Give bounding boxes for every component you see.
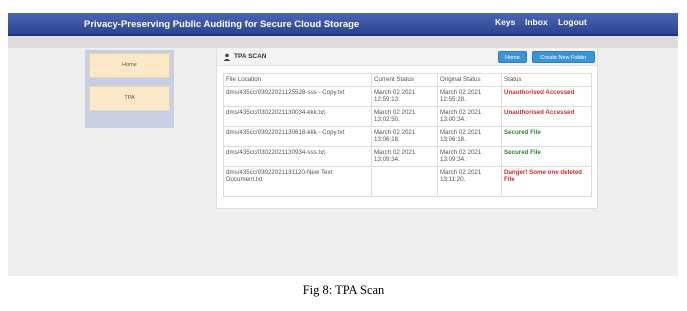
- table-row: dms/435cc/03022021130034-kkk.txt March 0…: [223, 105, 592, 127]
- create-new-folder-button[interactable]: Create New Folder: [532, 51, 595, 63]
- column-header-original-status: Original Status: [437, 73, 502, 87]
- original-status-cell: March 02 2021 13:09:34.: [437, 145, 502, 167]
- file-location-cell: dms/435cc/03022021131120-New Text Docume…: [223, 165, 372, 197]
- status-cell: Danger! Some one deleted File: [501, 165, 592, 197]
- home-button[interactable]: Home: [498, 51, 527, 63]
- original-status-cell: March 02 2021 13:11:20.: [437, 165, 502, 197]
- current-status-cell: March 02 2021 13:06:18.: [371, 125, 438, 147]
- status-cell: Secured File: [501, 145, 592, 167]
- tpa-scan-panel: TPA SCAN Home Create New Folder File Loc…: [216, 47, 598, 209]
- status-cell: Unauthorised Accessed: [501, 85, 592, 107]
- status-cell: Unauthorised Accessed: [501, 105, 592, 127]
- table-row: dms/435cc/03022021125528-sss - Copy.txt …: [223, 85, 592, 107]
- table-row: dms/435cc/03022021131120-New Text Docume…: [223, 165, 592, 197]
- sidebar: Home TPA: [85, 50, 174, 128]
- nav-logout-link[interactable]: Logout: [558, 17, 587, 27]
- sidebar-item-tpa[interactable]: TPA: [89, 86, 170, 111]
- app-title: Privacy-Preserving Public Auditing for S…: [84, 19, 360, 30]
- file-location-cell: dms/435cc/03022021125528-sss - Copy.txt: [223, 85, 372, 107]
- table-row: dms/435cc/03022021130934-sss.txt March 0…: [223, 145, 592, 167]
- column-header-current-status: Current Status: [371, 73, 438, 87]
- top-navbar: Privacy-Preserving Public Auditing for S…: [8, 13, 678, 36]
- current-status-cell: March 02 2021 13:02:50.: [371, 105, 438, 127]
- sidebar-item-home[interactable]: Home: [89, 53, 170, 78]
- status-cell: Secured File: [501, 125, 592, 147]
- app-screen: Privacy-Preserving Public Auditing for S…: [8, 13, 678, 276]
- original-status-cell: March 02 2021 13:00:34.: [437, 105, 502, 127]
- current-status-cell: March 02 2021 12:59:13.: [371, 85, 438, 107]
- file-location-cell: dms/435cc/03022021130618-kkk - Copy.txt: [223, 125, 372, 147]
- figure-caption: Fig 8: TPA Scan: [302, 283, 385, 297]
- column-header-file-location: File Location: [223, 73, 372, 87]
- original-status-cell: March 02 2021 12:55:28.: [437, 85, 502, 107]
- column-header-status: Status: [501, 73, 592, 87]
- original-status-cell: March 02 2021 13:06:18.: [437, 125, 502, 147]
- file-location-cell: dms/435cc/03022021130034-kkk.txt: [223, 105, 372, 127]
- current-status-cell: March 02 2021 13:09:34.: [371, 145, 438, 167]
- user-icon: [223, 53, 231, 61]
- nav-keys-link[interactable]: Keys: [495, 17, 515, 27]
- panel-title: TPA SCAN: [234, 53, 267, 60]
- file-location-cell: dms/435cc/03022021130934-sss.txt: [223, 145, 372, 167]
- scan-table: File Location Current Status Original St…: [223, 73, 592, 197]
- table-row: dms/435cc/03022021130618-kkk - Copy.txt …: [223, 125, 592, 147]
- nav-inbox-link[interactable]: Inbox: [525, 17, 548, 27]
- current-status-cell: [371, 165, 438, 197]
- table-header-row: File Location Current Status Original St…: [223, 73, 592, 87]
- panel-header: TPA SCAN Home Create New Folder: [217, 48, 597, 66]
